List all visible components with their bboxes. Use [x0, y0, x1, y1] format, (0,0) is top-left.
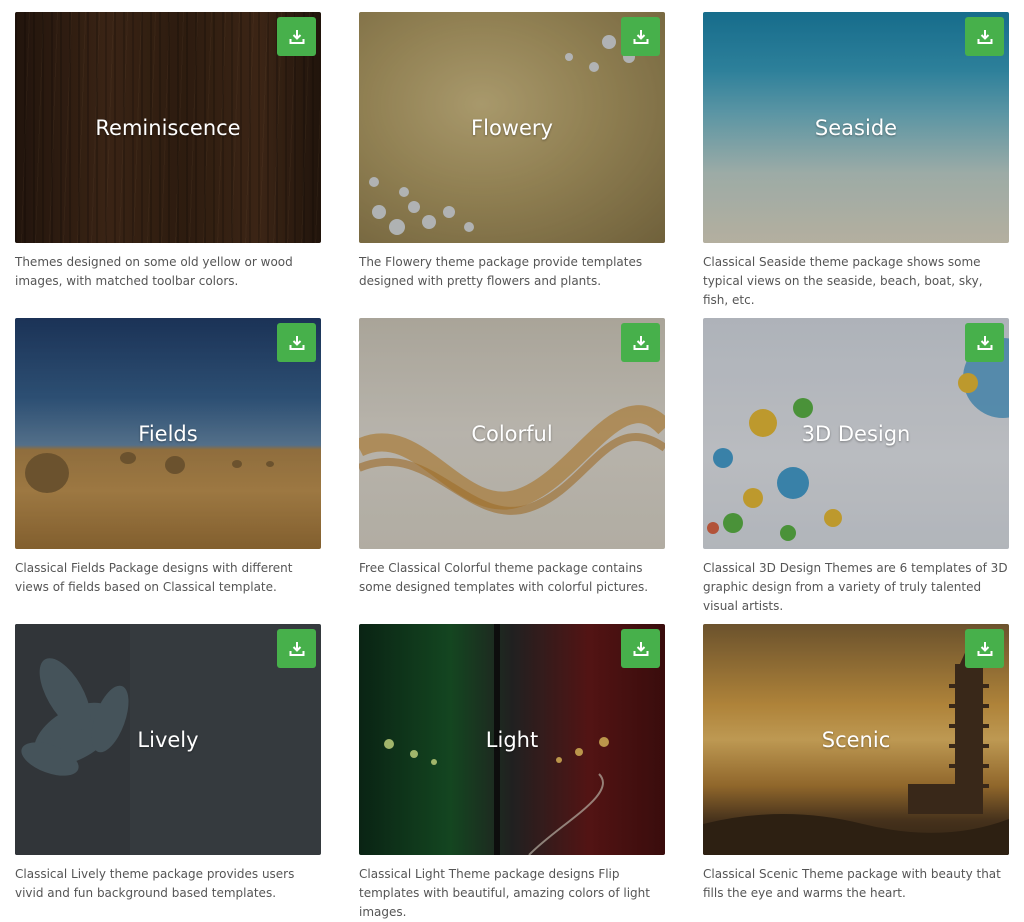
theme-title: Flowery — [471, 115, 553, 140]
download-icon — [289, 29, 304, 44]
theme-title: Seaside — [814, 115, 898, 140]
theme-description: Classical 3D Design Themes are 6 templat… — [703, 561, 1008, 613]
theme-title: Lively — [137, 727, 199, 752]
download-icon — [977, 335, 992, 350]
theme-thumbnail[interactable]: Colorful — [359, 318, 665, 549]
theme-description: Classical Scenic Theme package with beau… — [703, 867, 1001, 900]
download-button[interactable] — [965, 323, 1004, 362]
theme-title: Colorful — [471, 421, 553, 446]
theme-card-fields[interactable]: Fields Classical Fields Package designs … — [15, 318, 321, 597]
theme-thumbnail[interactable]: Seaside — [703, 12, 1009, 243]
download-icon — [289, 335, 304, 350]
theme-card-3d-design[interactable]: 3D Design Classical 3D Design Themes are… — [703, 318, 1009, 616]
theme-description: The Flowery theme package provide templa… — [359, 255, 643, 288]
theme-description: Classical Seaside theme package shows so… — [703, 255, 983, 307]
theme-title: Reminiscence — [95, 115, 241, 140]
download-button[interactable] — [965, 629, 1004, 668]
theme-card-scenic[interactable]: Scenic Classical Scenic Theme package wi… — [703, 624, 1009, 903]
download-icon — [289, 641, 304, 656]
theme-description: Classical Lively theme package provides … — [15, 867, 295, 900]
download-button[interactable] — [277, 629, 316, 668]
theme-thumbnail[interactable]: Reminiscence — [15, 12, 321, 243]
theme-card-reminiscence[interactable]: Reminiscence Themes designed on some old… — [15, 12, 321, 291]
download-icon — [633, 335, 648, 350]
theme-thumbnail[interactable]: Scenic — [703, 624, 1009, 855]
download-icon — [633, 641, 648, 656]
theme-thumbnail[interactable]: Light — [359, 624, 665, 855]
download-button[interactable] — [277, 323, 316, 362]
download-button[interactable] — [621, 629, 660, 668]
theme-card-light[interactable]: Light Classical Light Theme package desi… — [359, 624, 665, 922]
theme-thumbnail[interactable]: 3D Design — [703, 318, 1009, 549]
download-button[interactable] — [277, 17, 316, 56]
theme-card-colorful[interactable]: Colorful Free Classical Colorful theme p… — [359, 318, 665, 597]
theme-title: 3D Design — [801, 421, 911, 446]
download-button[interactable] — [965, 17, 1004, 56]
theme-description: Classical Light Theme package designs Fl… — [359, 867, 650, 919]
theme-title: Light — [485, 727, 539, 752]
theme-title: Scenic — [821, 727, 891, 752]
theme-description: Free Classical Colorful theme package co… — [359, 561, 649, 594]
theme-card-seaside[interactable]: Seaside Classical Seaside theme package … — [703, 12, 1009, 310]
download-icon — [977, 641, 992, 656]
theme-description: Classical Fields Package designs with di… — [15, 561, 293, 594]
download-icon — [977, 29, 992, 44]
theme-card-lively[interactable]: Lively Classical Lively theme package pr… — [15, 624, 321, 903]
download-button[interactable] — [621, 323, 660, 362]
theme-card-flowery[interactable]: Flowery The Flowery theme package provid… — [359, 12, 665, 291]
theme-description: Themes designed on some old yellow or wo… — [15, 255, 293, 288]
theme-thumbnail[interactable]: Fields — [15, 318, 321, 549]
theme-title: Fields — [138, 421, 198, 446]
theme-thumbnail[interactable]: Lively — [15, 624, 321, 855]
theme-thumbnail[interactable]: Flowery — [359, 12, 665, 243]
download-icon — [633, 29, 648, 44]
download-button[interactable] — [621, 17, 660, 56]
